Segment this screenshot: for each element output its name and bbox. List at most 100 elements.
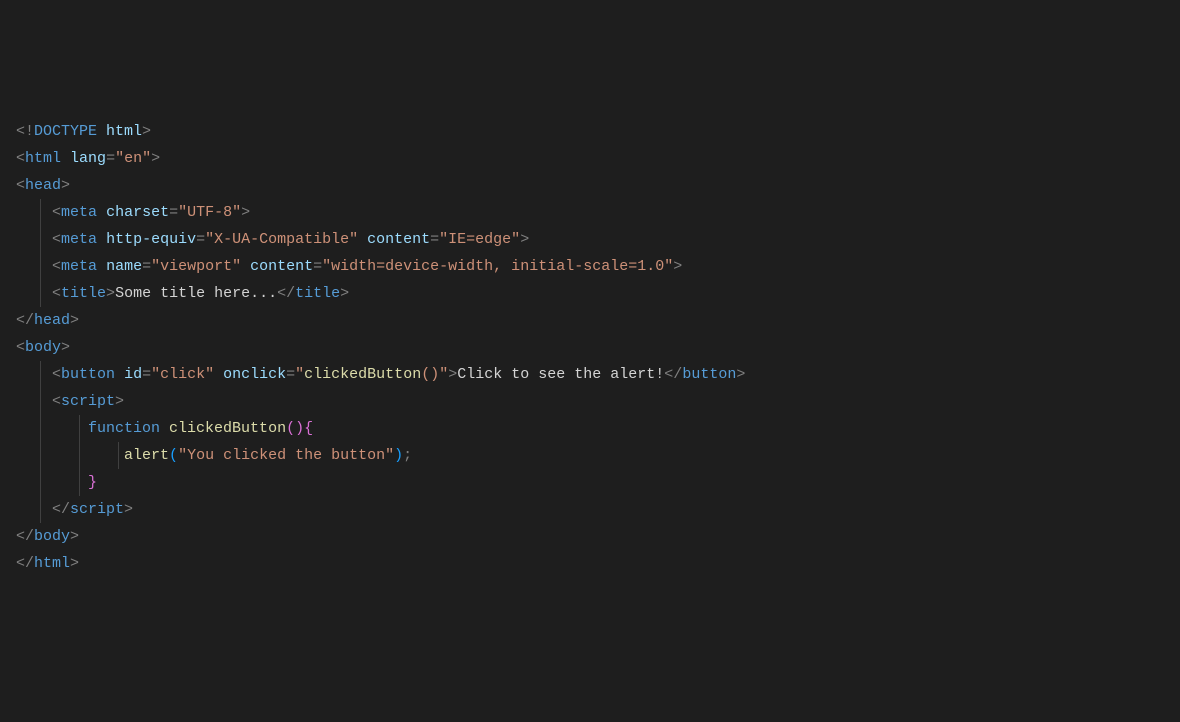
punct: = xyxy=(430,231,439,248)
punct: > xyxy=(70,312,79,329)
punct: </ xyxy=(664,366,682,383)
punct: </ xyxy=(277,285,295,302)
punct: > xyxy=(70,555,79,572)
code-line: </head> xyxy=(16,307,1164,334)
tag-head: head xyxy=(34,312,70,329)
punct: = xyxy=(142,258,151,275)
code-line: </script> xyxy=(16,496,1164,523)
tag-html: html xyxy=(34,555,70,572)
punct: </ xyxy=(52,501,70,518)
punct: < xyxy=(52,258,61,275)
punct: <! xyxy=(16,123,34,140)
semicolon: ; xyxy=(403,447,412,464)
space xyxy=(241,258,250,275)
punct: < xyxy=(16,339,25,356)
space xyxy=(214,366,223,383)
string: "en" xyxy=(115,150,151,167)
space xyxy=(358,231,367,248)
code-line: </html> xyxy=(16,550,1164,577)
code-line: <meta charset="UTF-8"> xyxy=(16,199,1164,226)
punct: > xyxy=(241,204,250,221)
tag-title: title xyxy=(295,285,340,302)
punct: > xyxy=(61,177,70,194)
punct: < xyxy=(16,150,25,167)
punct: > xyxy=(736,366,745,383)
punct: = xyxy=(196,231,205,248)
punct: < xyxy=(52,393,61,410)
punct: = xyxy=(106,150,115,167)
tag-html: html xyxy=(25,150,61,167)
tag-title: title xyxy=(61,285,106,302)
punct: > xyxy=(673,258,682,275)
function-alert: alert xyxy=(124,447,169,464)
code-line: <body> xyxy=(16,334,1164,361)
punct: > xyxy=(124,501,133,518)
tag-head: head xyxy=(25,177,61,194)
code-line: <head> xyxy=(16,172,1164,199)
punct: > xyxy=(115,393,124,410)
tag-meta: meta xyxy=(61,231,97,248)
doctype: DOCTYPE xyxy=(34,123,97,140)
code-line: function clickedButton(){ xyxy=(16,415,1164,442)
code-line: <html lang="en"> xyxy=(16,145,1164,172)
punct: = xyxy=(169,204,178,221)
space xyxy=(61,150,70,167)
space xyxy=(115,366,124,383)
tag-button: button xyxy=(61,366,115,383)
tag-meta: meta xyxy=(61,204,97,221)
tag-script: script xyxy=(61,393,115,410)
string: "width=device-width, initial-scale=1.0" xyxy=(322,258,673,275)
attr-charset: charset xyxy=(106,204,169,221)
punct: < xyxy=(52,204,61,221)
punct: > xyxy=(151,150,160,167)
code-line: } xyxy=(16,469,1164,496)
punct: > xyxy=(142,123,151,140)
function-name: clickedButton xyxy=(169,420,286,437)
string: "UTF-8" xyxy=(178,204,241,221)
punct: < xyxy=(16,177,25,194)
space xyxy=(160,420,169,437)
code-line: </body> xyxy=(16,523,1164,550)
code-line: <title>Some title here...</title> xyxy=(16,280,1164,307)
tag-body: body xyxy=(25,339,61,356)
code-line: alert("You clicked the button"); xyxy=(16,442,1164,469)
code-line: <script> xyxy=(16,388,1164,415)
paren: () xyxy=(286,420,304,437)
attr-name: name xyxy=(106,258,142,275)
tag-body: body xyxy=(34,528,70,545)
paren-close: ) xyxy=(394,447,403,464)
string: "click" xyxy=(151,366,214,383)
brace-open: { xyxy=(304,420,313,437)
punct: = xyxy=(313,258,322,275)
code-line: <button id="click" onclick="clickedButto… xyxy=(16,361,1164,388)
punct: < xyxy=(52,366,61,383)
punct: > xyxy=(70,528,79,545)
paren-open: ( xyxy=(169,447,178,464)
code-editor[interactable]: <!DOCTYPE html><html lang="en"><head> <m… xyxy=(16,118,1164,577)
punct: = xyxy=(142,366,151,383)
punct: > xyxy=(340,285,349,302)
brace-close: } xyxy=(88,474,97,491)
attr-content: content xyxy=(250,258,313,275)
punct: > xyxy=(61,339,70,356)
attr-content: content xyxy=(367,231,430,248)
function-call: clickedButton xyxy=(304,366,421,383)
string-quote: " xyxy=(439,366,448,383)
punct: > xyxy=(448,366,457,383)
string: "You clicked the button" xyxy=(178,447,394,464)
tag-button: button xyxy=(682,366,736,383)
code-line: <meta http-equiv="X-UA-Compatible" conte… xyxy=(16,226,1164,253)
punct: </ xyxy=(16,312,34,329)
punct: > xyxy=(520,231,529,248)
punct: > xyxy=(106,285,115,302)
title-text: Some title here... xyxy=(115,285,277,302)
code-line: <!DOCTYPE html> xyxy=(16,118,1164,145)
punct: < xyxy=(52,285,61,302)
space xyxy=(97,231,106,248)
attr-id: id xyxy=(124,366,142,383)
string: "X-UA-Compatible" xyxy=(205,231,358,248)
tag-script: script xyxy=(70,501,124,518)
string: "viewport" xyxy=(151,258,241,275)
attr-http-equiv: http-equiv xyxy=(106,231,196,248)
button-text: Click to see the alert! xyxy=(457,366,664,383)
